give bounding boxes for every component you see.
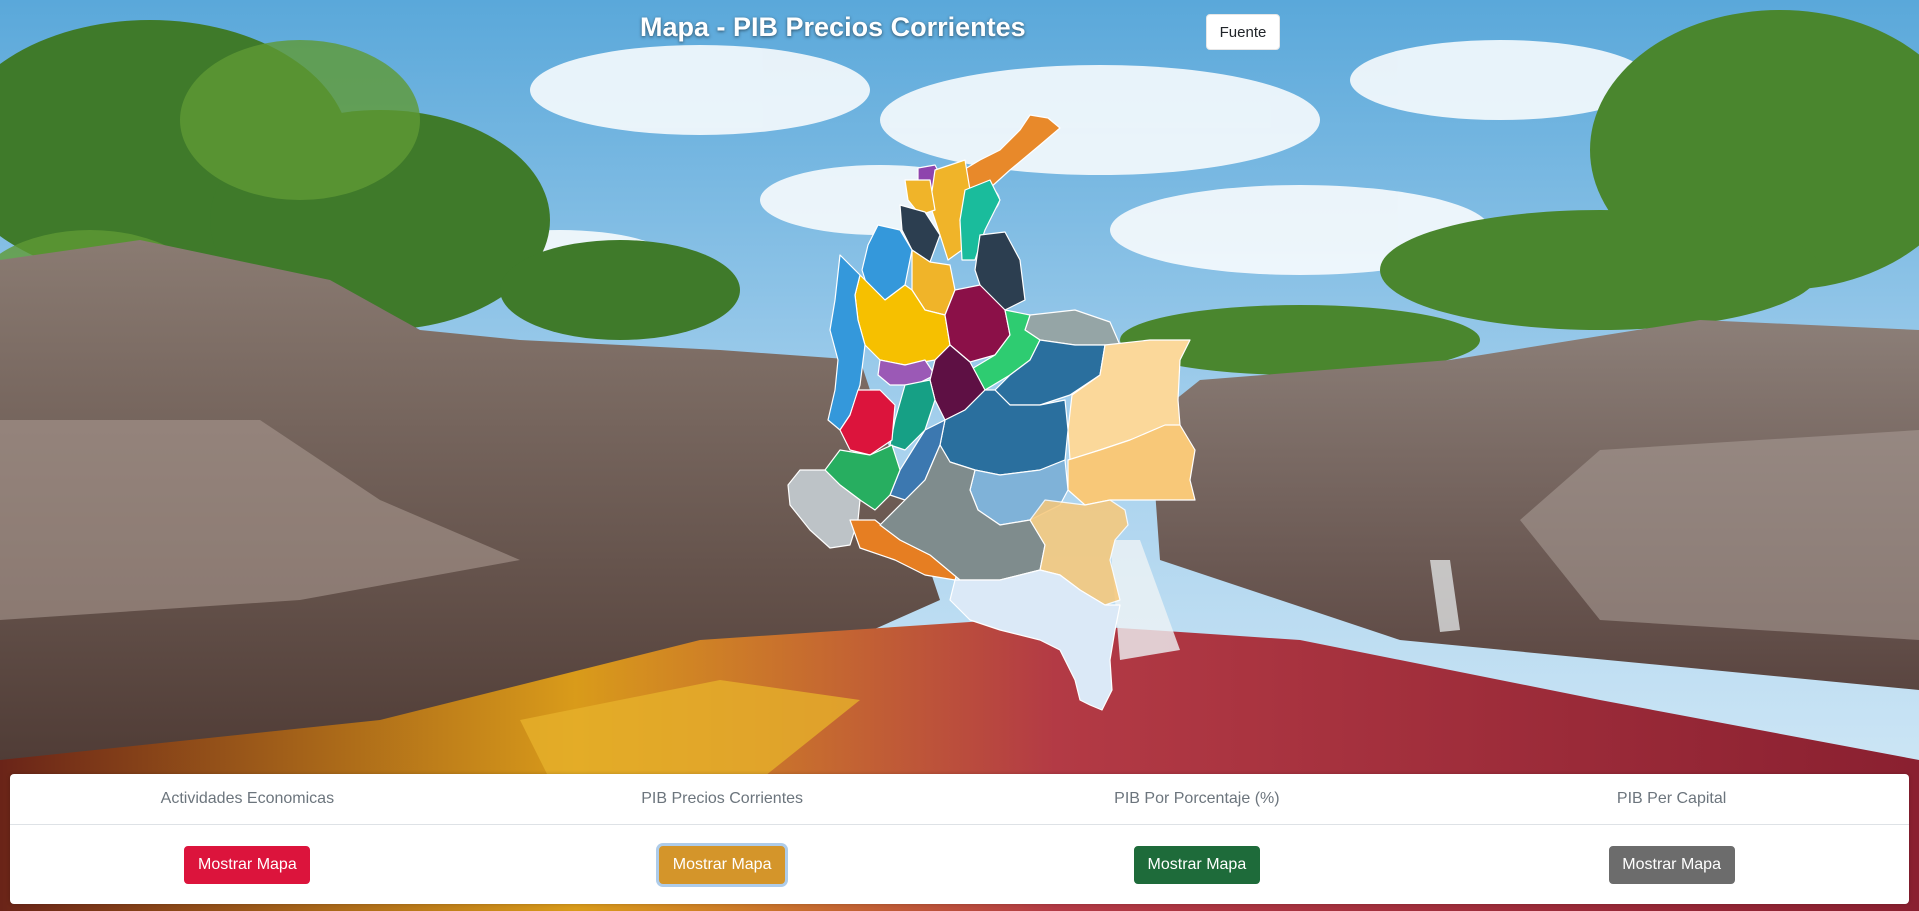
column-header-gdp-per-capita: PIB Per Capital — [1434, 774, 1909, 824]
column-cell: Mostrar Mapa — [10, 825, 485, 904]
show-map-economic-activities-button[interactable]: Mostrar Mapa — [184, 845, 311, 884]
page-title: Mapa - PIB Precios Corrientes — [640, 12, 1026, 42]
show-map-gdp-per-capita-button[interactable]: Mostrar Mapa — [1608, 845, 1735, 884]
column-header-economic-activities: Actividades Economicas — [10, 774, 485, 824]
column-label: Actividades Economicas — [160, 790, 335, 807]
show-map-gdp-percentage-button[interactable]: Mostrar Mapa — [1133, 845, 1260, 884]
column-label: PIB Precios Corrientes — [641, 790, 804, 807]
column-header-gdp-current-prices: PIB Precios Corrientes — [485, 774, 960, 824]
map-selector-panel: Actividades Economicas PIB Precios Corri… — [10, 774, 1909, 904]
column-header-gdp-percentage: PIB Por Porcentaje (%) — [960, 774, 1435, 824]
column-label: PIB Por Porcentaje (%) — [1114, 790, 1280, 807]
show-map-gdp-current-prices-button[interactable]: Mostrar Mapa — [659, 845, 786, 884]
column-cell: Mostrar Mapa — [485, 825, 960, 904]
column-cell: Mostrar Mapa — [960, 825, 1435, 904]
map-page: Mapa - PIB Precios Corrientes Fuente Act… — [0, 0, 1919, 911]
column-cell: Mostrar Mapa — [1434, 825, 1909, 904]
source-button[interactable]: Fuente — [1206, 14, 1280, 50]
panel-body: Mostrar Mapa Mostrar Mapa Mostrar Mapa M… — [10, 825, 1909, 904]
panel-header: Actividades Economicas PIB Precios Corri… — [10, 774, 1909, 825]
column-label: PIB Per Capital — [1616, 790, 1727, 807]
